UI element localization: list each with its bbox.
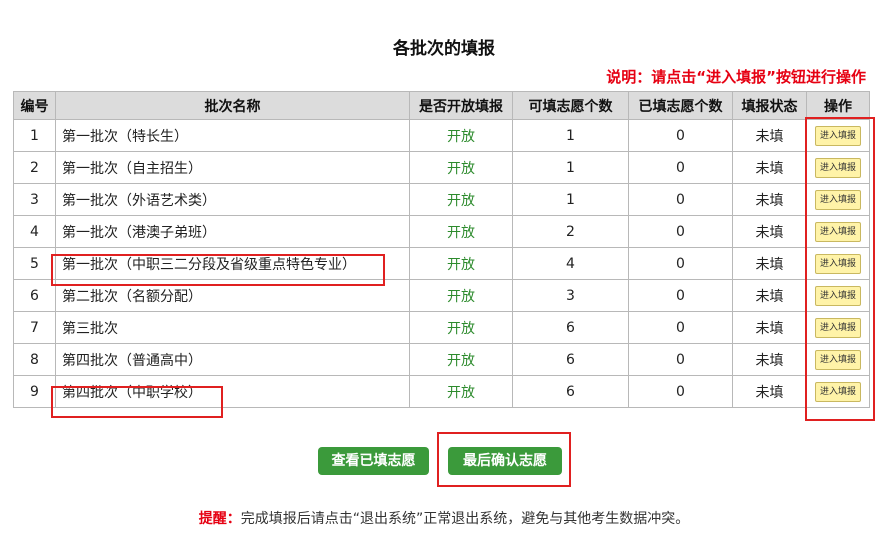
row-batch-name: 第一批次（港澳子弟班） [55, 215, 410, 248]
header-open: 是否开放填报 [409, 91, 513, 120]
row-no: 8 [13, 343, 56, 376]
reminder-text: 提醒：完成填报后请点击“退出系统”正常退出系统，避免与其他考生数据冲突。 [0, 508, 888, 528]
row-action-cell: 进入填报 [806, 279, 870, 312]
row-action-cell: 进入填报 [806, 151, 870, 184]
row-open: 开放 [409, 183, 513, 216]
row-status: 未填 [732, 151, 807, 184]
enter-fill-button[interactable]: 进入填报 [815, 253, 861, 274]
row-filled-count: 0 [628, 215, 733, 248]
row-allowed-count: 3 [512, 279, 629, 312]
row-filled-count: 0 [628, 375, 733, 408]
row-batch-name: 第四批次（普通高中） [55, 343, 410, 376]
row-allowed-count: 1 [512, 151, 629, 184]
row-no: 5 [13, 247, 56, 280]
enter-fill-button[interactable]: 进入填报 [815, 381, 861, 402]
enter-fill-button[interactable]: 进入填报 [815, 285, 861, 306]
row-status: 未填 [732, 343, 807, 376]
row-filled-count: 0 [628, 311, 733, 344]
row-status: 未填 [732, 215, 807, 248]
header-no: 编号 [13, 91, 56, 120]
row-open: 开放 [409, 279, 513, 312]
enter-fill-button[interactable]: 进入填报 [815, 349, 861, 370]
row-batch-name: 第二批次（名额分配） [55, 279, 410, 312]
table-row: 1 第一批次（特长生） 开放 1 0 未填 进入填报 [13, 119, 870, 152]
row-batch-name: 第三批次 [55, 311, 410, 344]
row-allowed-count: 6 [512, 343, 629, 376]
enter-fill-button[interactable]: 进入填报 [815, 189, 861, 210]
row-no: 6 [13, 279, 56, 312]
row-action-cell: 进入填报 [806, 183, 870, 216]
row-open: 开放 [409, 119, 513, 152]
header-action: 操作 [806, 91, 870, 120]
final-confirm-button[interactable]: 最后确认志愿 [448, 447, 562, 475]
row-no: 4 [13, 215, 56, 248]
row-open: 开放 [409, 247, 513, 280]
row-action-cell: 进入填报 [806, 215, 870, 248]
row-batch-name: 第一批次（外语艺术类） [55, 183, 410, 216]
row-batch-name: 第四批次（中职学校） [55, 375, 410, 408]
table-row: 6 第二批次（名额分配） 开放 3 0 未填 进入填报 [13, 279, 870, 312]
table-row: 7 第三批次 开放 6 0 未填 进入填报 [13, 311, 870, 344]
row-filled-count: 0 [628, 183, 733, 216]
row-batch-name: 第一批次（中职三二分段及省级重点特色专业） [55, 247, 410, 280]
row-allowed-count: 1 [512, 183, 629, 216]
row-allowed-count: 1 [512, 119, 629, 152]
table-row: 5 第一批次（中职三二分段及省级重点特色专业） 开放 4 0 未填 进入填报 [13, 247, 870, 280]
enter-fill-button[interactable]: 进入填报 [815, 125, 861, 146]
row-action-cell: 进入填报 [806, 119, 870, 152]
enter-fill-button[interactable]: 进入填报 [815, 317, 861, 338]
row-batch-name: 第一批次（特长生） [55, 119, 410, 152]
row-filled-count: 0 [628, 343, 733, 376]
row-open: 开放 [409, 215, 513, 248]
row-allowed-count: 6 [512, 311, 629, 344]
header-filled-count: 已填志愿个数 [628, 91, 733, 120]
row-allowed-count: 4 [512, 247, 629, 280]
row-allowed-count: 6 [512, 375, 629, 408]
header-batch-name: 批次名称 [55, 91, 410, 120]
row-action-cell: 进入填报 [806, 343, 870, 376]
table-row: 3 第一批次（外语艺术类） 开放 1 0 未填 进入填报 [13, 183, 870, 216]
batch-table: 编号 批次名称 是否开放填报 可填志愿个数 已填志愿个数 填报状态 操作 1 第… [13, 91, 870, 408]
row-no: 2 [13, 151, 56, 184]
enter-fill-button[interactable]: 进入填报 [815, 157, 861, 178]
table-row: 2 第一批次（自主招生） 开放 1 0 未填 进入填报 [13, 151, 870, 184]
row-status: 未填 [732, 247, 807, 280]
row-allowed-count: 2 [512, 215, 629, 248]
row-status: 未填 [732, 279, 807, 312]
instruction-text: 说明：请点击“进入填报”按钮进行操作 [606, 68, 866, 86]
row-filled-count: 0 [628, 247, 733, 280]
row-no: 3 [13, 183, 56, 216]
table-row: 9 第四批次（中职学校） 开放 6 0 未填 进入填报 [13, 375, 870, 408]
row-action-cell: 进入填报 [806, 247, 870, 280]
row-filled-count: 0 [628, 119, 733, 152]
row-no: 1 [13, 119, 56, 152]
row-no: 7 [13, 311, 56, 344]
enter-fill-button[interactable]: 进入填报 [815, 221, 861, 242]
page-title: 各批次的填报 [393, 39, 495, 59]
row-status: 未填 [732, 311, 807, 344]
row-filled-count: 0 [628, 151, 733, 184]
reminder-label: 提醒： [198, 511, 241, 527]
row-status: 未填 [732, 119, 807, 152]
table-row: 4 第一批次（港澳子弟班） 开放 2 0 未填 进入填报 [13, 215, 870, 248]
row-batch-name: 第一批次（自主招生） [55, 151, 410, 184]
table-row: 8 第四批次（普通高中） 开放 6 0 未填 进入填报 [13, 343, 870, 376]
row-open: 开放 [409, 375, 513, 408]
row-open: 开放 [409, 343, 513, 376]
row-filled-count: 0 [628, 279, 733, 312]
reminder-message: 完成填报后请点击“退出系统”正常退出系统，避免与其他考生数据冲突。 [240, 511, 690, 527]
row-open: 开放 [409, 151, 513, 184]
row-status: 未填 [732, 183, 807, 216]
row-open: 开放 [409, 311, 513, 344]
row-action-cell: 进入填报 [806, 375, 870, 408]
row-action-cell: 进入填报 [806, 311, 870, 344]
row-status: 未填 [732, 375, 807, 408]
header-allowed-count: 可填志愿个数 [512, 91, 629, 120]
header-status: 填报状态 [732, 91, 807, 120]
row-no: 9 [13, 375, 56, 408]
table-header-row: 编号 批次名称 是否开放填报 可填志愿个数 已填志愿个数 填报状态 操作 [13, 91, 870, 120]
view-filled-button[interactable]: 查看已填志愿 [318, 447, 429, 475]
